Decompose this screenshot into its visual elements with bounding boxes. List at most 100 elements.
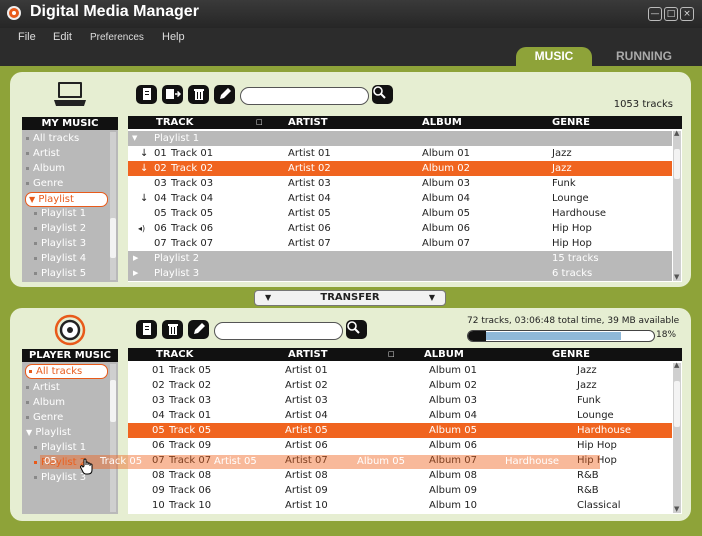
scrollbar-thumb[interactable] [110, 218, 116, 258]
table-scrollbar[interactable]: ▲ ▼ [673, 361, 681, 513]
column-resize-icon[interactable]: □ [256, 116, 263, 129]
transfer-button[interactable]: ▼ TRANSFER ▼ [254, 290, 446, 306]
scrollbar-thumb[interactable] [674, 149, 680, 179]
table-row[interactable]: 08 Track 08 Artist 08 Album 08 R&B [128, 468, 672, 483]
tab-running[interactable]: RUNNING [598, 47, 690, 66]
sidebar-item-playlist-1[interactable]: Playlist 1 [34, 440, 86, 455]
download-icon: ↓ [140, 148, 149, 159]
table-row[interactable]: 02 Track 02 Artist 02 Album 02 Jazz [128, 378, 672, 393]
table-row-selected[interactable]: 05 Track 05 Artist 05 Album 05 Hardhouse [128, 423, 672, 438]
player-music-sidebar: All tracks Artist Album Genre ▼ Playlist… [22, 362, 118, 514]
sidebar-item-all-tracks[interactable]: All tracks [25, 364, 108, 379]
window-title: Digital Media Manager [30, 3, 199, 20]
player-search-input[interactable] [214, 322, 343, 340]
column-track[interactable]: TRACK [156, 116, 193, 129]
menu-file[interactable]: File [18, 31, 36, 43]
playlist-group-row[interactable]: ▼ Playlist 1 [128, 131, 672, 146]
transfer-down-icon: ▼ [265, 293, 272, 302]
sidebar-item-playlist[interactable]: ▼ Playlist [26, 425, 71, 440]
bullet-icon [26, 415, 29, 419]
table-row[interactable]: 05 Track 05 Artist 05 Album 05 Hardhouse [128, 206, 672, 221]
sidebar-item-playlist[interactable]: ▼ Playlist [25, 192, 108, 207]
my-music-header: MY MUSIC [22, 117, 118, 130]
column-genre[interactable]: GENRE [552, 116, 590, 129]
tab-music[interactable]: MUSIC [516, 47, 592, 66]
column-track[interactable]: TRACK [156, 348, 193, 361]
scrollbar-thumb[interactable] [674, 381, 680, 427]
sidebar-scrollbar[interactable] [110, 132, 116, 280]
scroll-up-icon[interactable]: ▲ [674, 129, 679, 137]
my-music-search-input[interactable] [240, 87, 369, 105]
edit-button[interactable] [214, 85, 235, 104]
table-row[interactable]: 01 Track 05 Artist 01 Album 01 Jazz [128, 363, 672, 378]
search-icon [347, 321, 360, 334]
my-music-table: TRACK □ ARTIST ALBUM GENRE ▼ Playlist 1 … [128, 116, 682, 282]
sidebar-item-playlist-4[interactable]: Playlist 4 [34, 251, 86, 266]
scroll-down-icon[interactable]: ▼ [674, 505, 679, 513]
new-playlist-button[interactable] [136, 85, 157, 104]
player-search-button[interactable] [346, 320, 367, 339]
new-playlist-button[interactable] [136, 320, 157, 339]
bullet-icon [34, 445, 37, 449]
bullet-icon [34, 241, 37, 245]
table-row[interactable]: 04 Track 01 Artist 04 Album 04 Lounge [128, 408, 672, 423]
column-genre[interactable]: GENRE [552, 348, 590, 361]
expand-triangle-icon[interactable]: ▶ [133, 251, 138, 266]
speaker-icon: ◂) [138, 224, 146, 233]
column-album[interactable]: ALBUM [422, 116, 462, 129]
sidebar-item-album[interactable]: Album [26, 395, 65, 410]
expand-triangle-icon[interactable]: ▶ [133, 266, 138, 281]
delete-button[interactable] [188, 85, 209, 104]
hand-cursor-icon [79, 458, 95, 479]
add-to-playlist-button[interactable] [162, 85, 183, 104]
column-artist[interactable]: ARTIST [288, 116, 328, 129]
scroll-up-icon[interactable]: ▲ [674, 361, 679, 369]
table-row[interactable]: 10 Track 10 Artist 10 Album 10 Classical [128, 498, 672, 513]
app-logo-icon [7, 6, 21, 20]
column-artist[interactable]: ARTIST [288, 348, 328, 361]
menu-edit[interactable]: Edit [53, 31, 72, 43]
table-row[interactable]: 06 Track 09 Artist 06 Album 06 Hip Hop [128, 438, 672, 453]
table-row[interactable]: ◂) 06 Track 06 Artist 06 Album 06 Hip Ho… [128, 221, 672, 236]
sidebar-item-playlist-5[interactable]: Playlist 5 [34, 266, 86, 281]
playlist-group-row[interactable]: ▶ Playlist 3 6 tracks [128, 266, 672, 281]
menu-help[interactable]: Help [162, 31, 185, 43]
playlist-group-row[interactable]: ▶ Playlist 2 15 tracks [128, 251, 672, 266]
delete-button[interactable] [162, 320, 183, 339]
collapse-triangle-icon[interactable]: ▼ [132, 131, 137, 146]
my-music-search-button[interactable] [372, 85, 393, 104]
table-row[interactable]: 07 Track 07 Artist 07 Album 07 Hip Hop [128, 236, 672, 251]
sidebar-item-playlist-3[interactable]: Playlist 3 [34, 236, 86, 251]
close-button[interactable]: × [680, 7, 694, 21]
my-music-sidebar: All tracks Artist Album Genre ▼ Playlist… [22, 130, 118, 282]
sidebar-item-playlist-1[interactable]: Playlist 1 [34, 206, 86, 221]
sidebar-item-genre[interactable]: Genre [26, 176, 63, 191]
sidebar-item-artist[interactable]: Artist [26, 146, 60, 161]
scroll-down-icon[interactable]: ▼ [674, 273, 679, 281]
computer-icon [52, 80, 88, 111]
sidebar-item-playlist-2[interactable]: Playlist 2 [34, 221, 86, 236]
sidebar-item-album[interactable]: Album [26, 161, 65, 176]
column-resize-icon[interactable]: □ [388, 348, 395, 361]
capacity-bar [467, 330, 655, 342]
table-row[interactable]: 03 Track 03 Artist 03 Album 03 Funk [128, 393, 672, 408]
table-scrollbar[interactable]: ▲ ▼ [673, 129, 681, 281]
scrollbar-thumb[interactable] [110, 380, 116, 422]
edit-button[interactable] [188, 320, 209, 339]
table-row[interactable]: ↓ 04 Track 04 Artist 04 Album 04 Lounge [128, 191, 672, 206]
minimize-button[interactable]: — [648, 7, 662, 21]
bullet-icon [34, 475, 37, 479]
maximize-button[interactable]: □ [664, 7, 678, 21]
column-album[interactable]: ALBUM [424, 348, 464, 361]
sidebar-item-all-tracks[interactable]: All tracks [26, 131, 79, 146]
table-row[interactable]: ↓ 01 Track 01 Artist 01 Album 01 Jazz [128, 146, 672, 161]
sidebar-item-artist[interactable]: Artist [26, 380, 60, 395]
menu-preferences[interactable]: Preferences [90, 32, 144, 43]
table-row[interactable]: 09 Track 06 Artist 09 Album 09 R&B [128, 483, 672, 498]
tab-strip [0, 50, 702, 66]
table-row[interactable]: 03 Track 03 Artist 03 Album 03 Funk [128, 176, 672, 191]
sidebar-item-genre[interactable]: Genre [26, 410, 63, 425]
bullet-icon [26, 400, 29, 404]
sidebar-scrollbar[interactable] [110, 364, 116, 512]
table-row-selected[interactable]: ↓ 02 Track 02 Artist 02 Album 02 Jazz [128, 161, 672, 176]
